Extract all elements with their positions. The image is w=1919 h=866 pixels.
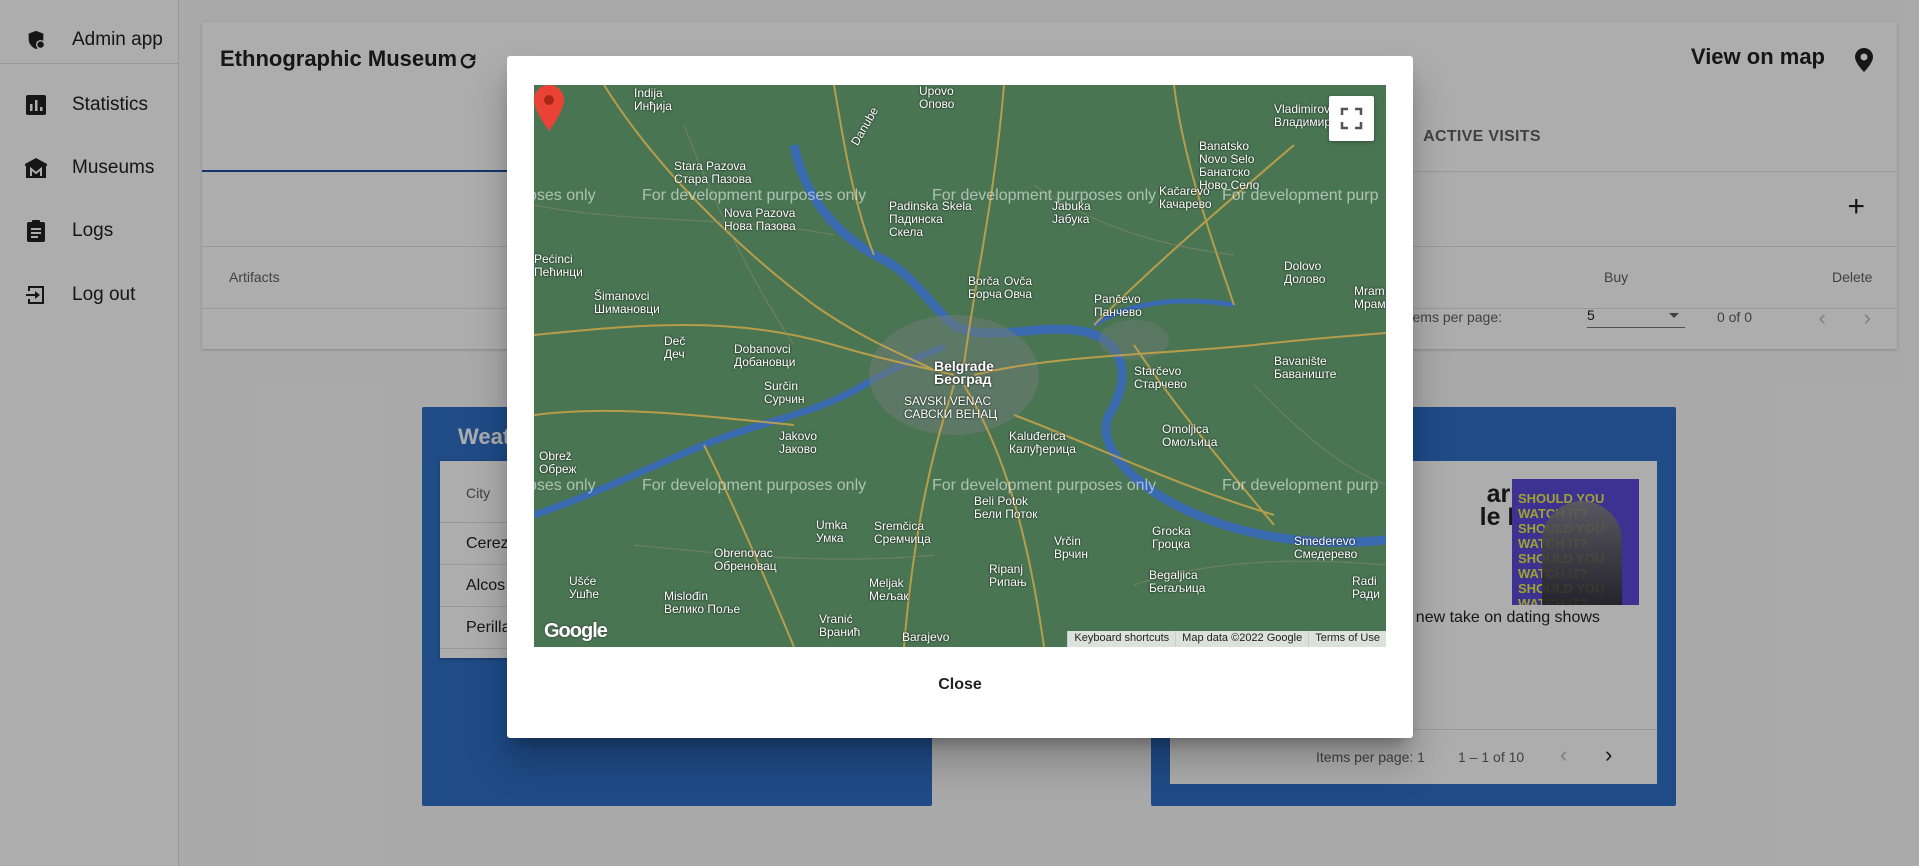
map-label: Pančevo Панчево [1094,292,1142,319]
map-label: Šimanovci Шимановци [594,289,660,316]
map-label: Kaluđerica Калуђерица [1009,429,1076,456]
dev-watermark: For development purp [1222,187,1379,204]
map-data-label: Map data ©2022 Google [1175,631,1308,647]
map-label: Surčin Сурчин [764,379,805,406]
fullscreen-button[interactable] [1329,96,1374,141]
map-label: Grocka Гроцка [1152,524,1191,551]
map-label: Ovča Овча [1004,274,1033,301]
map-label: Obrež Обреж [539,449,577,476]
map-label: Dobanovci Добановци [734,342,796,369]
map-label: Beli Potok Бели Поток [974,494,1038,521]
terms-of-use-link[interactable]: Terms of Use [1308,631,1386,647]
map-label: Nova Pazova Нова Пазова [724,206,796,233]
map-label: Banatsko Novo Selo Банатско Ново Село [1199,139,1260,192]
dev-watermark: For development purposes only [932,477,1157,494]
map-label: Upovo Опово [919,85,955,111]
map-label: Vrčin Врчин [1054,534,1088,561]
map-label: Vranić Вранић [819,612,861,639]
keyboard-shortcuts-link[interactable]: Keyboard shortcuts [1067,631,1175,647]
map-label: Mislođin Велико Поље [664,589,741,616]
dev-watermark: For development purposes only [642,477,867,494]
map-label: Smederevo Смедерево [1294,534,1358,561]
map-label: Sremčica Сремчица [874,519,931,546]
fullscreen-icon [1340,107,1363,130]
map-label: Obrenovac Обреновац [714,546,777,573]
google-logo[interactable]: Google [544,620,608,643]
map-label: Radi Ради [1352,574,1380,601]
map-label: Dolovo Долово [1284,259,1326,286]
close-button[interactable]: Close [910,667,1010,703]
map-marker-icon[interactable] [534,85,564,131]
map-label: Bavanište Баваниште [1274,354,1337,381]
map-label: Indija Инђија [634,86,672,113]
map-label: SAVSKI VENAC САВСКИ ВЕНАЦ [904,394,998,421]
map-label: Ripanj Рипањ [989,562,1027,589]
map-label: Omoljica Омољица [1162,422,1218,449]
map-dialog: Indija Инђија Upovo Опово Vladimirovac Влад… [507,56,1413,738]
map-label: Deč Деч [664,334,686,361]
map-label: Borča Борча [968,274,1002,301]
map-view[interactable]: Indija Инђија Upovo Опово Vladimirovac Влад… [534,85,1386,647]
map-label: Ušće Ушће [569,574,600,601]
map-label: Pećinci Пећинци [534,252,583,279]
map-label: Umka Умка [816,518,848,545]
map-label-city: Belgrade Београд [934,358,994,387]
map-label: Padinska Skela Падинска Скела [889,199,972,239]
map-label: Begaljica Бегаљица [1149,568,1206,595]
map-label: Barajevo [902,630,950,644]
map-label: Mram Мрам [1354,284,1386,311]
map-attribution: Keyboard shortcuts Map data ©2022 Google… [1067,631,1386,647]
dev-watermark: For development purp [1222,477,1379,494]
dev-watermark: For development purposes only [642,187,867,204]
map-label: Meljak Мељак [869,576,909,603]
map-label: Stara Pazova Стара Пазова [674,159,752,186]
dev-watermark: oses only [534,187,596,204]
dev-watermark: oses only [534,477,596,494]
map-label: Starčevo Старчево [1134,364,1187,391]
dev-watermark: For development purposes only [932,187,1157,204]
map-label: Jakovo Јаково [779,429,818,456]
